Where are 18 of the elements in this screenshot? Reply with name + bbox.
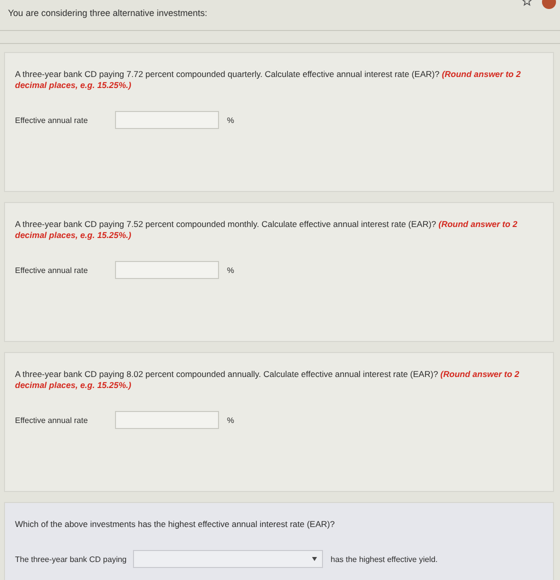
answer-field[interactable] (115, 411, 219, 429)
unit-label: % (227, 266, 234, 274)
question-text: A three-year bank CD paying 7.52 percent compounded monthly. Calculate effective annual interest rate (EAR)? (Round answer to 2 decimal places, e.g. 15.25%.) (15, 219, 518, 241)
field-label: Effective annual rate (15, 116, 89, 124)
unit-label: % (227, 116, 234, 124)
question-text: Which of the above investments has the highest effective annual interest rate (EAR)? (15, 519, 336, 530)
field-label: Effective annual rate (15, 416, 89, 424)
intro-text: You are considering three alternative investments: (7, 7, 208, 20)
caret-icon (312, 557, 317, 561)
field-label: The three-year bank CD paying (15, 554, 127, 564)
unit-label: % (227, 416, 234, 424)
question-text: A three-year bank CD paying 7.72 percent compounded quarterly. Calculate effective annual interest rate (EAR)? (Round answer to 2 decimal places, e.g. 15.25%.) (15, 69, 522, 91)
question-text: A three-year bank CD paying 8.02 percent compounded annually. Calculate effective annual interest rate (EAR)? (Round answer to 2 decimal places, e.g. 15.25%.) (15, 369, 520, 391)
answer-dropdown[interactable] (132, 550, 323, 568)
answer-field[interactable] (115, 111, 219, 129)
field-label: has the highest effective yield. (330, 554, 438, 564)
answer-field[interactable] (115, 261, 219, 279)
field-label: Effective annual rate (15, 266, 89, 274)
